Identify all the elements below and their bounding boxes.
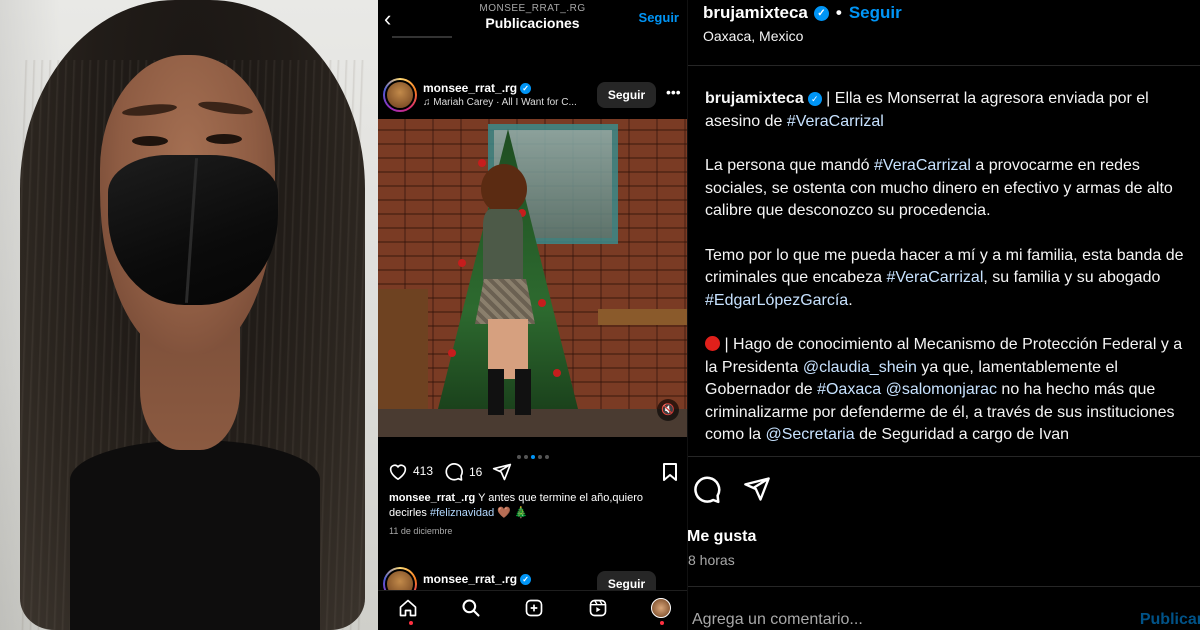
comment-bar: Agrega un comentario... Publicar	[688, 586, 1200, 630]
ornament	[448, 349, 456, 357]
post-actions: 413 16	[388, 462, 678, 482]
caption-paragraph-1: brujamixteca ✓ | Ella es Monserrat la agr…	[705, 88, 1199, 133]
carousel-dot	[523, 455, 528, 459]
post-time: 8 horas	[688, 552, 735, 568]
post-header: brujamixteca ✓ • Seguir Oaxaca, Mexico	[688, 0, 1200, 66]
hashtag-link[interactable]: #VeraCarrizal	[886, 269, 983, 286]
next-post-username-text[interactable]: monsee_rrat_.rg	[423, 572, 517, 586]
post-actions: Me gusta 8 horas	[688, 456, 1200, 586]
header-user-row: brujamixteca ✓ • Seguir	[703, 3, 902, 23]
mention-link[interactable]: @Secretaria	[765, 426, 854, 443]
post-image[interactable]: 🔇	[378, 119, 687, 437]
carousel-dot	[516, 455, 521, 459]
ornament	[458, 259, 466, 267]
next-post-header: monsee_rrat_.rg ✓ Seguir	[378, 563, 687, 601]
like-action[interactable]: 413	[388, 462, 433, 480]
comment-icon[interactable]	[692, 475, 722, 510]
reels-icon[interactable]	[587, 597, 609, 619]
caption-emoji: 🤎 🎄	[497, 507, 528, 519]
counter	[378, 289, 428, 409]
boot	[488, 369, 504, 415]
post-username[interactable]: monsee_rrat_.rg ✓	[423, 81, 532, 95]
woman-top	[483, 209, 523, 289]
floor	[378, 409, 687, 437]
caption-paragraph-4: | Hago de conocimiento al Mecanismo de P…	[705, 334, 1199, 447]
caption-username[interactable]: monsee_rrat_.rg	[389, 492, 475, 504]
verified-badge-icon: ✓	[807, 92, 822, 106]
search-icon[interactable]	[460, 597, 482, 619]
follow-button[interactable]: Seguir	[849, 3, 902, 23]
avatar[interactable]	[383, 78, 417, 112]
hashtag-link[interactable]: #VeraCarrizal	[874, 157, 971, 174]
hashtag-link[interactable]: #EdgarLópezGarcía	[705, 292, 848, 309]
caption-text: .	[848, 291, 853, 309]
more-options-icon[interactable]: •••	[666, 84, 681, 100]
caption-paragraph-3: Temo por lo que me pueda hacer a mí y a …	[705, 245, 1199, 313]
caption-hashtag[interactable]: #feliznavidad	[430, 507, 494, 519]
hashtag-link[interactable]: #Oaxaca	[817, 381, 881, 398]
mute-icon[interactable]: 🔇	[657, 399, 679, 421]
share-action[interactable]	[492, 462, 517, 482]
verified-badge-icon: ✓	[520, 574, 532, 586]
post-location[interactable]: Oaxaca, Mexico	[703, 28, 803, 44]
separator-dot: •	[835, 3, 842, 22]
caption-text: de Seguridad a cargo de Ivan	[854, 426, 1070, 443]
carousel-dot-active	[530, 455, 535, 459]
comment-icon[interactable]	[444, 462, 464, 482]
like-count: 413	[413, 464, 434, 478]
comment-count: 16	[469, 465, 483, 479]
post-header: monsee_rrat_.rg ✓ ♫ Mariah Carey · All I …	[378, 76, 687, 118]
caption-paragraph-2: La persona que mandó #VeraCarrizal a pro…	[705, 155, 1199, 223]
caption-text: La persona que mandó	[705, 157, 875, 174]
create-post-icon[interactable]	[523, 597, 545, 619]
share-icon[interactable]	[743, 475, 771, 508]
comment-input[interactable]: Agrega un comentario...	[692, 611, 863, 629]
boot	[515, 369, 531, 415]
heart-icon[interactable]	[388, 462, 408, 480]
instagram-mobile-screen: ‹ MONSEE_RRAT_.RG Publicaciones Seguir m…	[378, 0, 687, 630]
red-circle-emoji	[705, 336, 720, 351]
carousel-dot	[544, 455, 549, 459]
follow-button[interactable]: Seguir	[597, 82, 656, 108]
verified-badge-icon: ✓	[520, 83, 532, 95]
mention-link[interactable]: @claudia_shein	[803, 359, 917, 376]
post-username-text[interactable]: monsee_rrat_.rg	[423, 81, 517, 95]
previous-post-remnant	[392, 36, 452, 38]
bookmark-icon[interactable]	[662, 462, 678, 487]
home-icon[interactable]	[397, 597, 419, 619]
ornament	[478, 159, 486, 167]
hashtag-link[interactable]: #VeraCarrizal	[787, 113, 884, 130]
black-shirt	[70, 440, 320, 630]
post-caption: monsee_rrat_.rg Y antes que termine el a…	[389, 491, 679, 521]
left-eye	[132, 136, 168, 146]
post-caption: brujamixteca ✓ | Ella es Monserrat la agr…	[705, 88, 1199, 456]
caption-username[interactable]: brujamixteca	[705, 90, 804, 107]
right-eye	[206, 134, 242, 144]
mobile-header: ‹ MONSEE_RRAT_.RG Publicaciones Seguir	[378, 0, 687, 40]
header-username[interactable]: brujamixteca	[703, 3, 808, 23]
follow-button-header[interactable]: Seguir	[639, 10, 679, 25]
carousel-dot	[537, 455, 542, 459]
instagram-desktop-post: brujamixteca ✓ • Seguir Oaxaca, Mexico b…	[687, 0, 1200, 630]
ornament	[553, 369, 561, 377]
comment-action[interactable]: 16	[444, 462, 482, 482]
ornament	[538, 299, 546, 307]
verified-badge-icon: ✓	[813, 5, 829, 21]
next-post-username[interactable]: monsee_rrat_.rg ✓	[423, 572, 532, 586]
post-date: 11 de diciembre	[389, 526, 453, 536]
table	[598, 309, 687, 325]
publish-button[interactable]: Publicar	[1140, 611, 1200, 629]
gallery-page-dots	[378, 623, 687, 630]
plaid-skirt	[475, 279, 535, 324]
person-photo	[0, 0, 378, 630]
woman-hair	[481, 164, 527, 214]
likes-label[interactable]: Me gusta	[688, 528, 756, 546]
profile-avatar-icon[interactable]	[650, 597, 672, 619]
caption-text: , su familia y su abogado	[983, 269, 1161, 286]
post-audio-track[interactable]: ♫ Mariah Carey · All I Want for C...	[423, 97, 593, 108]
mention-link[interactable]: @salomonjarac	[886, 381, 997, 398]
share-icon[interactable]	[492, 462, 512, 482]
